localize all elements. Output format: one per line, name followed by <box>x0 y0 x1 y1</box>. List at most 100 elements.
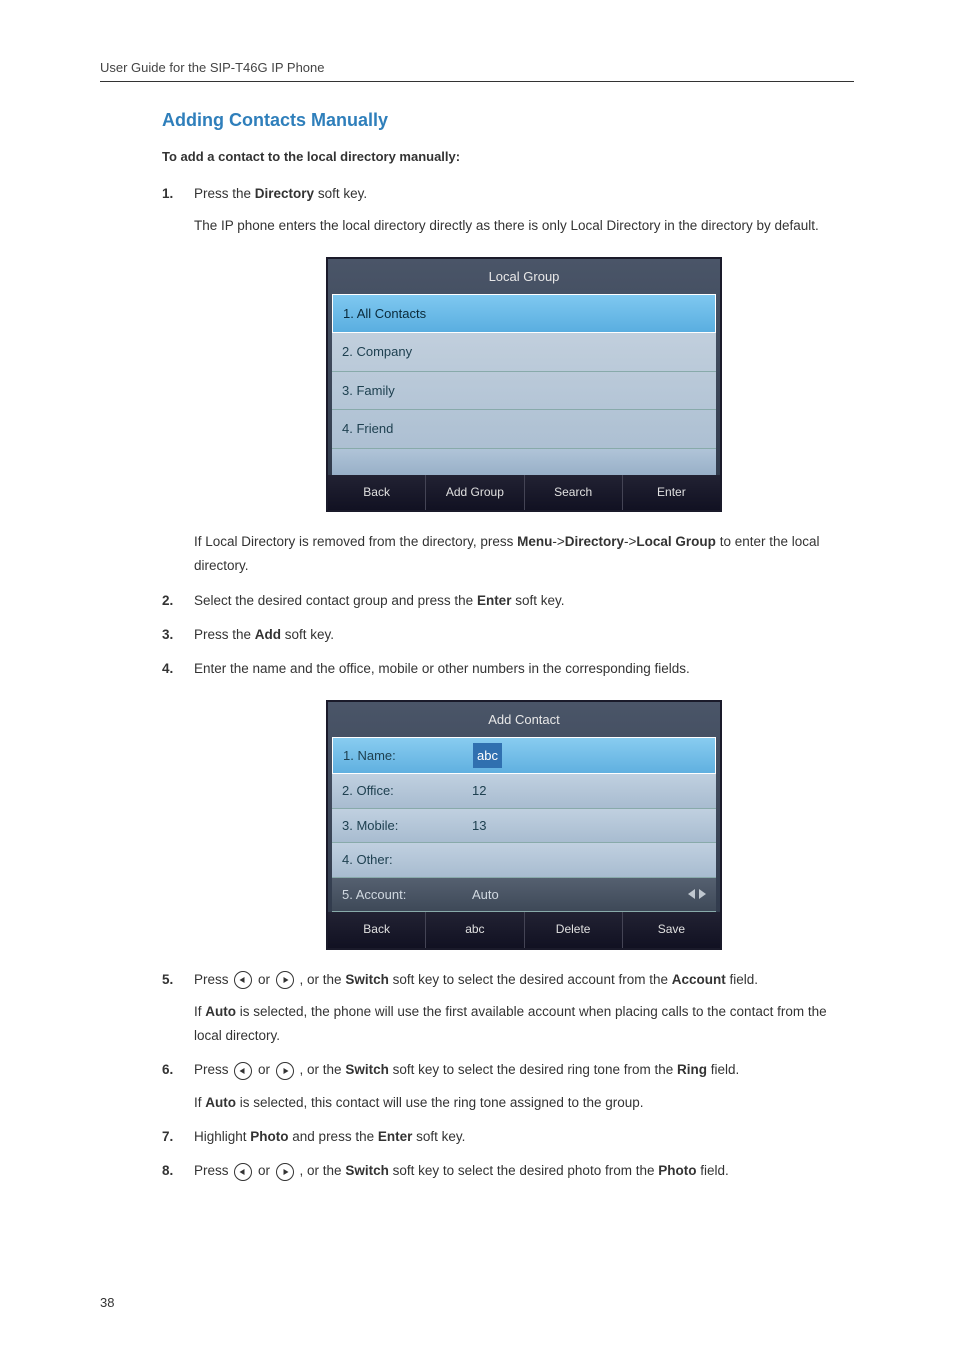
nav-right-icon <box>276 971 294 989</box>
text: field. <box>707 1062 739 1077</box>
bold: Photo <box>250 1129 288 1144</box>
text: and press the <box>289 1129 378 1144</box>
form-label: 2. Office: <box>342 779 452 802</box>
nav-right-icon <box>276 1163 294 1181</box>
step-6-para: If Auto is selected, this contact will u… <box>194 1091 854 1115</box>
text: Press <box>194 1163 232 1178</box>
bold: Switch <box>345 1163 389 1178</box>
arrow-right-icon[interactable] <box>699 889 706 899</box>
nav-left-icon <box>234 1163 252 1181</box>
text: Press <box>194 1062 232 1077</box>
list-item[interactable]: 2. Company <box>332 333 716 371</box>
softkey-add-group[interactable]: Add Group <box>426 475 524 511</box>
text: Enter the name and the office, mobile or… <box>194 661 690 676</box>
screen-form: 1. Name: abc 2. Office: 12 3. Mobile: 13… <box>332 737 716 912</box>
step-8: Press or , or the Switch soft key to sel… <box>162 1159 854 1183</box>
text: field. <box>696 1163 728 1178</box>
text: or <box>254 1163 274 1178</box>
softkey-back[interactable]: Back <box>328 912 426 948</box>
bold: Directory <box>565 534 624 549</box>
softkey-save[interactable]: Save <box>623 912 720 948</box>
bold: Auto <box>205 1004 236 1019</box>
text: Highlight <box>194 1129 250 1144</box>
text: or <box>254 972 274 987</box>
text: soft key. <box>281 627 334 642</box>
bold: Ring <box>677 1062 707 1077</box>
bold: Local Group <box>636 534 716 549</box>
list-item[interactable]: 1. All Contacts <box>332 294 716 333</box>
text: , or the <box>296 1062 346 1077</box>
text: If <box>194 1095 205 1110</box>
form-row-account[interactable]: 5. Account: Auto <box>332 878 716 912</box>
nav-left-icon <box>234 1062 252 1080</box>
arrow-left-icon[interactable] <box>688 889 695 899</box>
step-1-para: The IP phone enters the local directory … <box>194 214 854 238</box>
bold: Auto <box>205 1095 236 1110</box>
nav-left-icon <box>234 971 252 989</box>
text: is selected, this contact will use the r… <box>236 1095 644 1110</box>
form-row-name[interactable]: 1. Name: abc <box>332 737 716 774</box>
text: Press the <box>194 627 255 642</box>
text: soft key to select the desired account f… <box>389 972 672 987</box>
bold: Switch <box>345 1062 389 1077</box>
form-row-mobile[interactable]: 3. Mobile: 13 <box>332 809 716 843</box>
bold: Add <box>255 627 281 642</box>
bold: Enter <box>378 1129 413 1144</box>
phone-screen-add-contact: Add Contact 1. Name: abc 2. Office: 12 3… <box>326 700 722 950</box>
form-label: 5. Account: <box>342 883 452 906</box>
form-value[interactable]: Auto <box>452 883 688 906</box>
form-row-other[interactable]: 4. Other: <box>332 843 716 877</box>
softkey-delete[interactable]: Delete <box>525 912 623 948</box>
step-5-para: If Auto is selected, the phone will use … <box>194 1000 854 1049</box>
text: Press the <box>194 186 255 201</box>
switch-arrows[interactable] <box>688 889 706 899</box>
softkey-back[interactable]: Back <box>328 475 426 511</box>
bold: Enter <box>477 593 512 608</box>
text: soft key. <box>314 186 367 201</box>
softkey-search[interactable]: Search <box>525 475 623 511</box>
step-2: Select the desired contact group and pre… <box>162 589 854 613</box>
form-label: 3. Mobile: <box>342 814 452 837</box>
step-4: Enter the name and the office, mobile or… <box>162 657 854 949</box>
text: -> <box>624 534 636 549</box>
list-item[interactable]: 4. Friend <box>332 410 716 448</box>
bold: Menu <box>517 534 552 549</box>
section-title: Adding Contacts Manually <box>162 110 854 131</box>
text: If <box>194 1004 205 1019</box>
form-value[interactable]: 12 <box>452 779 706 802</box>
text: soft key to select the desired photo fro… <box>389 1163 658 1178</box>
softkey-bar: Back abc Delete Save <box>328 912 720 948</box>
screen-title: Local Group <box>328 259 720 294</box>
text: Press <box>194 972 232 987</box>
form-label: 4. Other: <box>342 848 452 871</box>
page-number: 38 <box>100 1295 114 1310</box>
softkey-enter[interactable]: Enter <box>623 475 720 511</box>
step-3: Press the Add soft key. <box>162 623 854 647</box>
softkey-bar: Back Add Group Search Enter <box>328 475 720 511</box>
text: is selected, the phone will use the firs… <box>194 1004 827 1043</box>
section-subhead: To add a contact to the local directory … <box>162 149 854 164</box>
list-item[interactable]: 3. Family <box>332 372 716 410</box>
list-empty-row <box>332 449 716 475</box>
bold: Switch <box>345 972 389 987</box>
form-row-office[interactable]: 2. Office: 12 <box>332 774 716 808</box>
text: , or the <box>296 972 346 987</box>
step-1-para2: If Local Directory is removed from the d… <box>194 530 854 579</box>
softkey-abc[interactable]: abc <box>426 912 524 948</box>
screen-list: 1. All Contacts 2. Company 3. Family 4. … <box>332 294 716 475</box>
form-label: 1. Name: <box>343 744 453 767</box>
bold: Account <box>672 972 726 987</box>
text: soft key. <box>412 1129 465 1144</box>
text: or <box>254 1062 274 1077</box>
step-1: Press the Directory soft key. The IP pho… <box>162 182 854 579</box>
bold: Directory <box>255 186 314 201</box>
form-value[interactable]: abc <box>473 743 502 768</box>
form-value[interactable]: 13 <box>452 814 706 837</box>
nav-right-icon <box>276 1062 294 1080</box>
bold: Photo <box>658 1163 696 1178</box>
phone-screen-local-group: Local Group 1. All Contacts 2. Company 3… <box>326 257 722 513</box>
step-7: Highlight Photo and press the Enter soft… <box>162 1125 854 1149</box>
text: If Local Directory is removed from the d… <box>194 534 517 549</box>
text: -> <box>552 534 564 549</box>
text: Select the desired contact group and pre… <box>194 593 477 608</box>
